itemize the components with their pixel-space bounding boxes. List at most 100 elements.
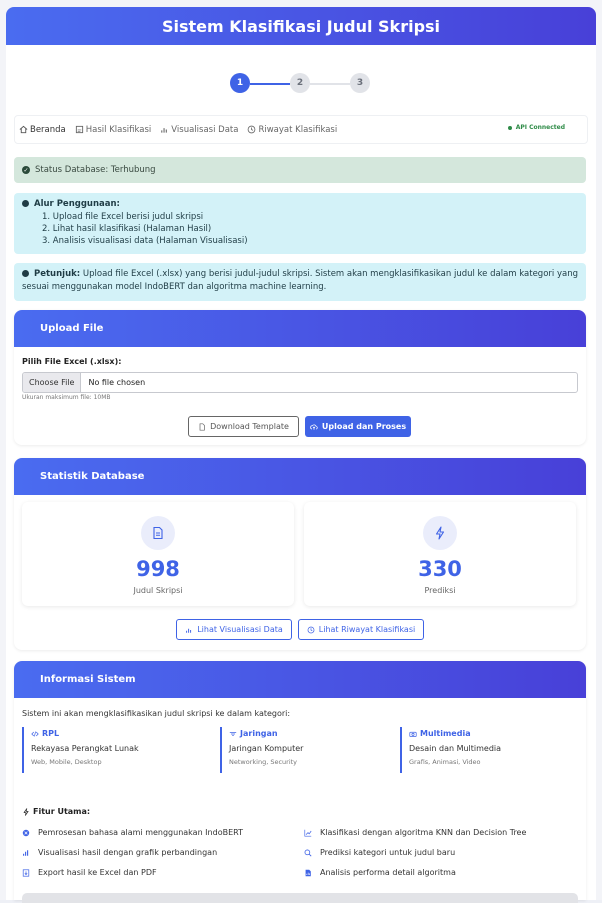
code-icon — [31, 731, 39, 736]
file-field-label: Pilih File Excel (.xlsx): — [22, 357, 122, 366]
chart-icon — [186, 628, 192, 633]
list-item: 2. Lihat hasil klasifikasi (Halaman Hasi… — [42, 224, 212, 234]
line-chart-icon — [304, 829, 312, 837]
upload-card-title: Upload File — [14, 310, 586, 347]
status-dot-icon — [507, 125, 512, 130]
category-desc: Grafis, Animasi, Video — [409, 758, 481, 766]
category-jaringan: Jaringan Jaringan Komputer Networking, S… — [220, 727, 400, 773]
feature-item: Prediksi kategori untuk judul baru — [304, 848, 455, 857]
features-title: Fitur Utama: — [22, 807, 90, 816]
view-history-button[interactable]: Lihat Riwayat Klasifikasi — [298, 619, 424, 640]
usage-flow-list: 1. Upload file Excel berisi judul skrips… — [42, 211, 578, 247]
statistics-card-title: Statistik Database — [14, 458, 586, 495]
instruction-alert: Petunjuk: Upload file Excel (.xlsx) yang… — [14, 263, 586, 301]
bar-chart-icon — [23, 849, 29, 856]
chart-icon — [161, 128, 168, 133]
category-desc: Web, Mobile, Desktop — [31, 758, 102, 766]
stat-judul-skripsi: 998 Judul Skripsi — [22, 502, 294, 606]
document-icon — [199, 422, 205, 431]
search-icon — [304, 849, 312, 857]
nav-label: Visualisasi Data — [171, 124, 239, 135]
nav-item-hasil-klasifikasi[interactable]: Hasil Klasifikasi — [75, 124, 152, 135]
database-status-text: Status Database: Terhubung — [35, 165, 156, 175]
view-visualization-button[interactable]: Lihat Visualisasi Data — [176, 619, 292, 640]
statistics-card: Statistik Database 998 Judul Skripsi 330… — [14, 458, 586, 650]
clock-icon — [307, 626, 315, 633]
nav-label: Beranda — [30, 124, 66, 135]
network-icon — [229, 731, 237, 736]
system-info-title: Informasi Sistem — [14, 661, 586, 698]
nav-item-beranda[interactable]: Beranda — [19, 125, 66, 135]
page: Sistem Klasifikasi Judul Skripsi 1 2 3 B… — [0, 0, 602, 903]
file-input[interactable]: Choose File No file chosen — [22, 372, 578, 393]
document-icon — [153, 526, 163, 540]
category-code: Jaringan — [240, 729, 278, 738]
category-name: Desain dan Multimedia — [409, 744, 502, 753]
system-info-intro: Sistem ini akan mengklasifikasikan judul… — [22, 709, 291, 718]
check-circle-icon: ✓ — [22, 166, 30, 174]
file-size-hint: Ukuran maksimum file: 10MB — [22, 394, 111, 401]
usage-flow-alert: Alur Penggunaan: 1. Upload file Excel be… — [14, 193, 586, 254]
upload-card: Upload File Pilih File Excel (.xlsx): Ch… — [14, 310, 586, 445]
category-code: Multimedia — [420, 729, 471, 738]
system-info-card: Informasi Sistem Sistem ini akan mengkla… — [14, 661, 586, 903]
feature-item: Export hasil ke Excel dan PDF — [22, 868, 157, 877]
feature-text: Klasifikasi dengan algoritma KNN dan Dec… — [320, 828, 527, 837]
feature-text: Export hasil ke Excel dan PDF — [38, 868, 157, 877]
clock-icon — [248, 125, 256, 134]
category-name: Jaringan Komputer — [229, 744, 304, 753]
instruction-label: Petunjuk: — [34, 269, 81, 279]
button-label: Lihat Riwayat Klasifikasi — [318, 625, 416, 634]
api-status-text: API Connected — [515, 124, 565, 131]
stat-label: Judul Skripsi — [133, 586, 183, 595]
nlp-icon — [22, 829, 30, 836]
file-icon — [75, 125, 83, 134]
feature-item: Visualisasi hasil dengan grafik perbandi… — [22, 848, 217, 857]
step-1[interactable]: 1 — [230, 73, 250, 93]
stat-icon-wrapper — [141, 516, 175, 550]
feature-item: Analisis performa detail algoritma — [304, 868, 456, 877]
database-status-alert: ✓ Status Database: Terhubung — [14, 157, 586, 183]
export-icon — [22, 868, 30, 877]
instruction-text: Upload file Excel (.xlsx) yang berisi ju… — [22, 269, 578, 292]
step-2[interactable]: 2 — [290, 73, 310, 93]
stat-label: Prediksi — [424, 586, 456, 595]
lightning-icon — [435, 526, 445, 540]
usage-flow-title: Alur Penggunaan: — [34, 199, 120, 209]
page-title: Sistem Klasifikasi Judul Skripsi — [6, 7, 596, 45]
button-label: Upload dan Proses — [321, 422, 407, 431]
file-status-text: No file chosen — [88, 378, 146, 387]
cloud-upload-icon — [310, 423, 318, 430]
nav-item-riwayat-klasifikasi[interactable]: Riwayat Klasifikasi — [247, 125, 337, 135]
step-connector — [310, 83, 350, 85]
stat-value: 998 — [136, 557, 180, 581]
nav-bar: Beranda Hasil Klasifikasi Visualisasi Da… — [14, 115, 588, 144]
nav-label: Riwayat Klasifikasi — [258, 124, 338, 135]
nav-label: Hasil Klasifikasi — [85, 124, 152, 135]
step-connector — [250, 83, 290, 85]
list-item: 3. Analisis visualisasi data (Halaman Vi… — [42, 236, 248, 246]
button-label: Lihat Visualisasi Data — [197, 625, 283, 634]
choose-file-button[interactable]: Choose File — [23, 373, 82, 392]
stat-prediksi: 330 Prediksi — [304, 502, 576, 606]
category-multimedia: Multimedia Desain dan Multimedia Grafis,… — [400, 727, 580, 773]
stat-icon-wrapper — [423, 516, 457, 550]
api-status-badge: API Connected — [507, 124, 565, 131]
feature-text: Visualisasi hasil dengan grafik perbandi… — [38, 848, 218, 857]
category-code: RPL — [42, 729, 60, 738]
category-desc: Networking, Security — [229, 758, 298, 766]
stat-value: 330 — [418, 557, 462, 581]
report-icon — [305, 869, 311, 876]
progress-stepper: 1 2 3 — [230, 73, 370, 95]
lightning-icon — [23, 807, 29, 816]
feature-item: Pemrosesan bahasa alami menggunakan Indo… — [22, 828, 243, 837]
feature-text: Prediksi kategori untuk judul baru — [320, 848, 456, 857]
bottom-panel — [22, 893, 578, 903]
info-icon — [22, 270, 29, 277]
download-template-button[interactable]: Download Template — [188, 416, 299, 437]
step-3[interactable]: 3 — [350, 73, 370, 93]
upload-process-button[interactable]: Upload dan Proses — [305, 416, 411, 437]
nav-item-visualisasi-data[interactable]: Visualisasi Data — [160, 125, 238, 135]
category-rpl: RPL Rekayasa Perangkat Lunak Web, Mobile… — [22, 727, 202, 773]
category-name: Rekayasa Perangkat Lunak — [31, 744, 139, 753]
